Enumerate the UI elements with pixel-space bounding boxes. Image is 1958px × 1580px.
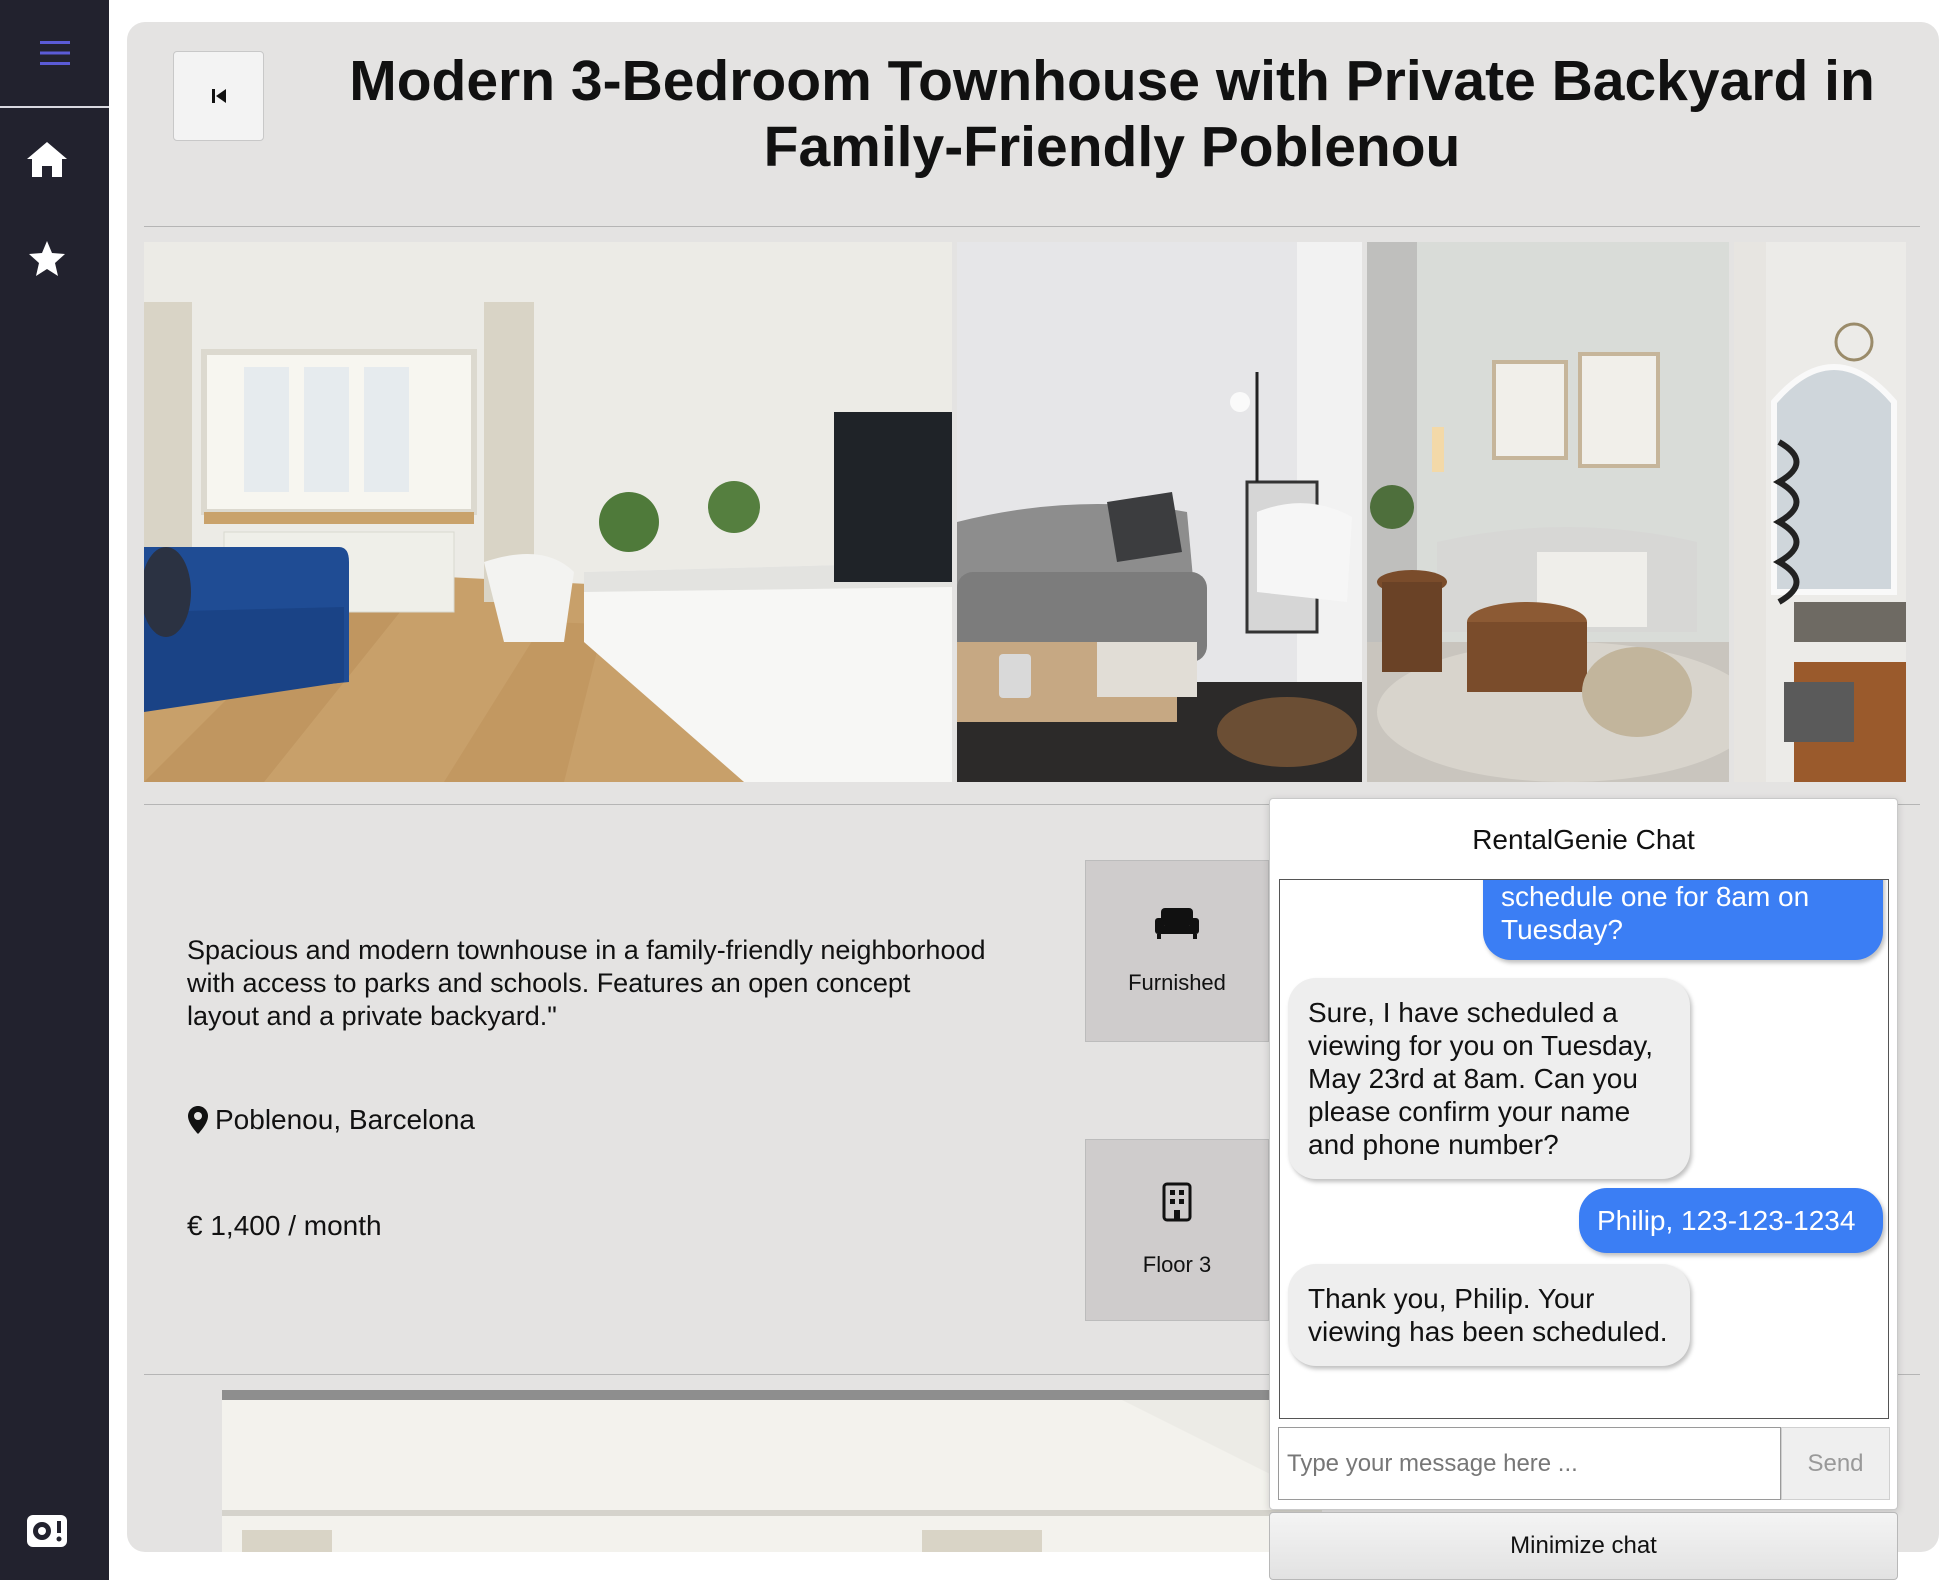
gallery-photo-2[interactable] — [957, 242, 1362, 782]
page-title: Modern 3-Bedroom Townhouse with Private … — [349, 49, 1875, 179]
chat-message-bot: Thank you, Philip. Your viewing has been… — [1288, 1264, 1690, 1366]
gallery-photo-3[interactable] — [1367, 242, 1729, 782]
gallery-photo-4[interactable] — [1734, 242, 1906, 782]
grey-sofa-photo — [957, 242, 1362, 782]
location-pin-icon — [188, 1106, 208, 1134]
feature-label: Furnished — [1128, 970, 1226, 995]
loft-photo — [1734, 242, 1906, 782]
detail-photo[interactable] — [222, 1390, 1322, 1552]
building-icon — [1162, 1182, 1192, 1222]
menu-button[interactable] — [0, 0, 109, 108]
sidebar-item-home[interactable] — [22, 134, 72, 184]
chat-title: RentalGenie Chat — [1472, 824, 1695, 855]
feature-floor: Floor 3 — [1085, 1139, 1269, 1321]
feature-furnished: Furnished — [1085, 860, 1269, 1042]
speaker-icon — [27, 1515, 67, 1547]
listing-description: Spacious and modern townhouse in a famil… — [187, 935, 986, 1031]
sidebar-item-speaker[interactable] — [22, 1506, 72, 1556]
back-button[interactable] — [173, 51, 264, 141]
photo-gallery[interactable] — [144, 242, 1906, 782]
chat-log[interactable]: schedule one for 8am on Tuesday? Sure, I… — [1279, 879, 1889, 1419]
gallery-photo-1[interactable] — [144, 242, 952, 782]
living-room-photo — [144, 242, 952, 782]
listing-price: € 1,400 / month — [187, 1210, 382, 1241]
divider — [144, 226, 1920, 227]
star-icon — [29, 241, 65, 276]
sidebar — [0, 0, 109, 1580]
home-icon — [27, 142, 67, 177]
sofa-icon — [1155, 908, 1199, 939]
chat-message-user: schedule one for 8am on Tuesday? — [1483, 880, 1883, 960]
chat-message-user: Philip, 123-123-1234 — [1579, 1188, 1883, 1253]
feature-label: Floor 3 — [1142, 1252, 1212, 1277]
chat-widget: RentalGenie Chat schedule one for 8am on… — [1269, 798, 1898, 1510]
hamburger-icon — [39, 41, 70, 65]
chat-message-bot: Sure, I have scheduled a viewing for you… — [1288, 978, 1690, 1179]
sidebar-item-favorites[interactable] — [22, 234, 72, 284]
chat-message-input[interactable] — [1278, 1427, 1781, 1500]
listing-location: Poblenou, Barcelona — [187, 1104, 475, 1136]
skip-back-icon — [211, 89, 226, 103]
detail-room-photo — [222, 1400, 1322, 1552]
wood-table-photo — [1367, 242, 1729, 782]
minimize-chat-button[interactable]: Minimize chat — [1269, 1512, 1898, 1580]
send-button[interactable]: Send — [1781, 1427, 1890, 1500]
location-text: Poblenou, Barcelona — [215, 1104, 475, 1135]
